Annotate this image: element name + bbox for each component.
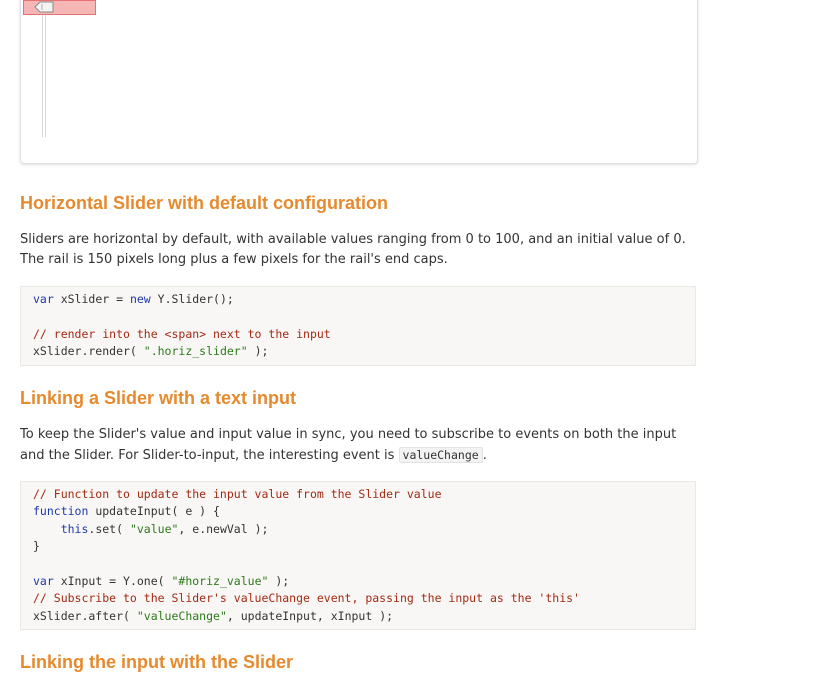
code-token: xSlider.after(	[33, 608, 137, 623]
code-line: // render into the <span> next to the in…	[33, 326, 683, 343]
code-line: // Function to update the input value fr…	[33, 486, 683, 503]
code-line: var xInput = Y.one( "#horiz_value" );	[33, 573, 683, 590]
code-token: .set(	[88, 521, 130, 536]
code-line: xSlider.render( ".horiz_slider" );	[33, 343, 683, 360]
code-token: // Subscribe to the Slider's valueChange…	[33, 591, 580, 606]
vertical-slider-rail[interactable]	[42, 0, 46, 137]
demo-container	[20, 0, 698, 164]
code-token: "value"	[129, 521, 179, 536]
code-line: }	[33, 538, 683, 555]
code-line: var xSlider = new Y.Slider();	[33, 291, 683, 308]
section-title-linking-slider: Linking a Slider with a text input	[20, 388, 297, 408]
code-token: );	[268, 573, 290, 588]
code-token: , e.newVal );	[178, 521, 269, 536]
section-description-linking-slider: To keep the Slider's value and input val…	[20, 425, 696, 466]
code-token: var	[33, 292, 54, 306]
code-token: "#horiz_value"	[171, 573, 269, 588]
code-token: "valueChange"	[136, 608, 227, 623]
code-token: xSlider =	[53, 292, 130, 306]
code-token: Y.Slider();	[150, 292, 234, 306]
section-title-linking-input: Linking the input with the Slider	[20, 652, 293, 672]
code-line: xSlider.after( "valueChange", updateInpu…	[33, 608, 683, 625]
code-token: new	[129, 292, 151, 306]
code-token: ".horiz_slider"	[143, 344, 248, 359]
code-line: function updateInput( e ) {	[33, 503, 683, 520]
code-token: , updateInput, xInput );	[226, 608, 394, 623]
desc-text-end: .	[482, 448, 487, 463]
code-token: xSlider.render(	[33, 344, 144, 359]
code-token: function	[33, 504, 89, 519]
code-token: }	[33, 539, 40, 554]
section-title-horizontal-slider: Horizontal Slider with default configura…	[20, 193, 388, 213]
slider-thumb-icon[interactable]	[34, 1, 54, 13]
code-token: this	[60, 521, 89, 536]
code-line: this.set( "value", e.newVal );	[33, 521, 683, 538]
desc-text: To keep the Slider's value and input val…	[20, 427, 677, 463]
code-line: // Subscribe to the Slider's valueChange…	[33, 590, 683, 607]
code-token: // render into the <span> next to the in…	[33, 326, 331, 341]
code-block-horizontal-slider: var xSlider = new Y.Slider(); // render …	[20, 286, 696, 366]
code-token: // Function to update the input value fr…	[33, 487, 442, 501]
code-block-linking-slider: // Function to update the input value fr…	[20, 481, 696, 630]
inline-code-valuechange: valueChange	[398, 447, 483, 463]
code-token: );	[247, 344, 269, 359]
code-token: updateInput( e ) {	[88, 504, 220, 519]
code-token: var	[33, 573, 54, 588]
section-description-horizontal-slider: Sliders are horizontal by default, with …	[20, 232, 686, 267]
code-token: xInput = Y.one(	[53, 573, 172, 588]
